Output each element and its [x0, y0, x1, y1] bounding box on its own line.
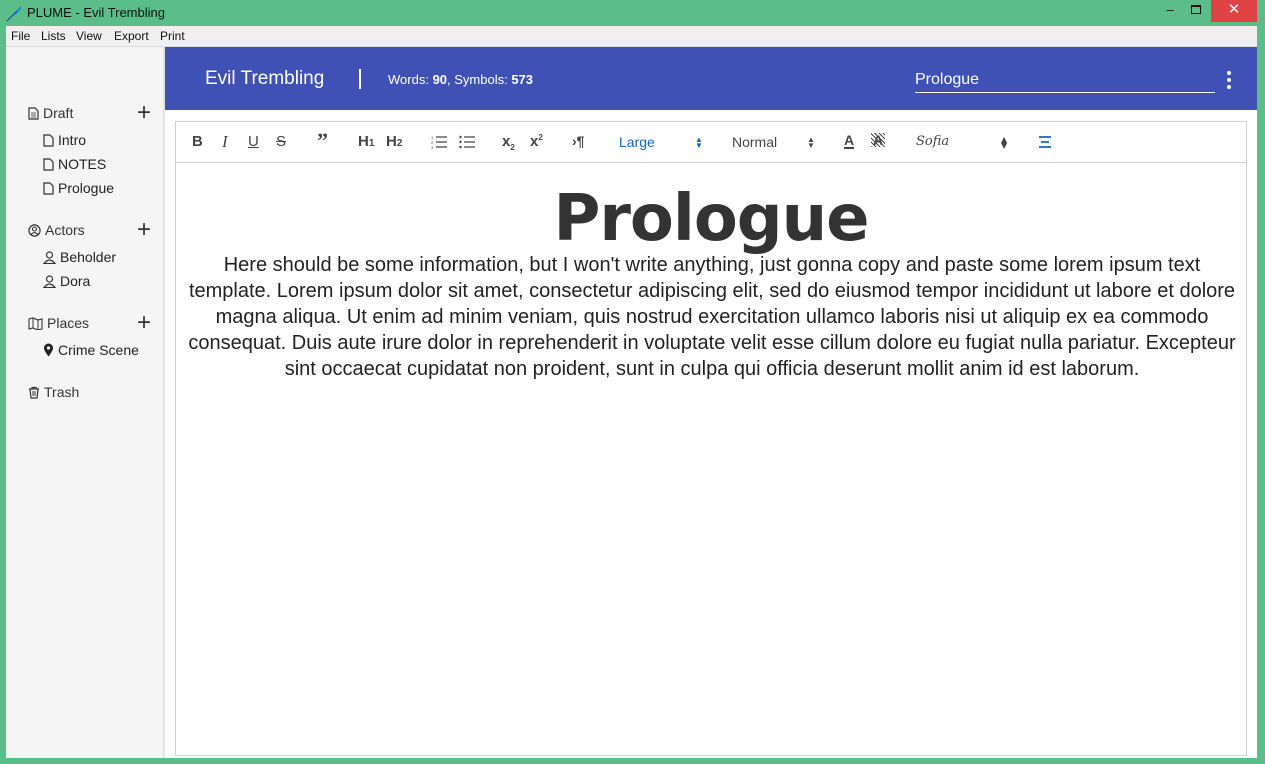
- sidebar-item-notes[interactable]: NOTES: [43, 156, 106, 172]
- user-icon: [43, 251, 56, 264]
- menu-export[interactable]: Export: [114, 29, 149, 43]
- maximize-icon: [1191, 5, 1201, 14]
- window-bottom-border: [0, 758, 1265, 764]
- align-center-icon[interactable]: [1038, 136, 1052, 148]
- symbol-count: 573: [511, 72, 534, 87]
- sidebar-section-actors[interactable]: Actors: [28, 222, 85, 238]
- heading2-button[interactable]: H2: [386, 133, 402, 150]
- window-title: PLUME - Evil Trembling: [27, 5, 165, 20]
- trash-icon: [29, 386, 39, 399]
- italic-button[interactable]: I: [222, 132, 228, 152]
- sidebar-item-beholder[interactable]: Beholder: [43, 249, 116, 265]
- more-vert-icon[interactable]: [1227, 71, 1233, 92]
- sidebar: Draft + Intro NOTES Prologue Actors + Be…: [6, 47, 165, 758]
- project-title: Evil Trembling: [205, 68, 325, 89]
- word-stats: Words: 90, Symbols: 573: [388, 72, 534, 87]
- menu-view[interactable]: View: [76, 29, 102, 43]
- sidebar-item-dora[interactable]: Dora: [43, 273, 90, 289]
- user-icon: [43, 275, 56, 288]
- sidebar-section-places[interactable]: Places: [28, 315, 89, 331]
- superscript-button[interactable]: x2: [530, 133, 543, 150]
- select-arrows-icon: ▲ ▼: [1001, 135, 1008, 150]
- editor-area: B I U S ” H1 H2 123 x2 x2 ›¶ Large ▲ ▼ No…: [165, 110, 1257, 758]
- document-content[interactable]: Prologue Here should be some information…: [176, 164, 1246, 754]
- document-icon: [28, 107, 39, 120]
- sidebar-trash[interactable]: Trash: [28, 384, 79, 400]
- sidebar-section-draft[interactable]: Draft: [28, 105, 73, 121]
- document-icon: [43, 182, 54, 195]
- menu-lists[interactable]: Lists: [41, 29, 66, 43]
- menubar: File Lists View Export Print: [6, 26, 1257, 47]
- size-select[interactable]: Large ▲ ▼: [619, 134, 704, 150]
- menu-print[interactable]: Print: [160, 29, 185, 43]
- format-toolbar: B I U S ” H1 H2 123 x2 x2 ›¶ Large ▲ ▼ No…: [176, 122, 1246, 163]
- select-arrows-icon: ▲ ▼: [695, 135, 703, 150]
- menu-file[interactable]: File: [11, 29, 30, 43]
- background-color-button[interactable]: A: [871, 133, 886, 147]
- bold-button[interactable]: B: [192, 133, 203, 150]
- blockquote-button[interactable]: ”: [317, 128, 328, 154]
- add-draft-button[interactable]: +: [137, 101, 151, 125]
- app-header: Evil Trembling Words: 90, Symbols: 573: [165, 47, 1257, 110]
- svg-text:3: 3: [431, 145, 434, 149]
- map-icon: [28, 317, 43, 330]
- editor: B I U S ” H1 H2 123 x2 x2 ›¶ Large ▲ ▼ No…: [175, 121, 1247, 756]
- sidebar-item-intro[interactable]: Intro: [43, 132, 86, 148]
- text-direction-button[interactable]: ›¶: [572, 133, 584, 149]
- header-divider: [359, 69, 361, 89]
- select-arrows-icon: ▲ ▼: [807, 135, 815, 150]
- subscript-button[interactable]: x2: [502, 133, 515, 152]
- add-actor-button[interactable]: +: [137, 218, 151, 242]
- font-color-button[interactable]: A: [844, 133, 855, 149]
- heading1-button[interactable]: H1: [358, 133, 374, 150]
- sidebar-item-crime-scene[interactable]: Crime Scene: [43, 342, 139, 358]
- document-icon: [43, 134, 54, 147]
- style-select[interactable]: Normal ▲ ▼: [732, 134, 817, 150]
- ordered-list-icon[interactable]: 123: [431, 135, 447, 149]
- minimize-button[interactable]: –: [1158, 0, 1182, 22]
- sidebar-item-prologue[interactable]: Prologue: [43, 180, 114, 196]
- user-circle-icon: [28, 224, 41, 237]
- underline-button[interactable]: U: [248, 133, 259, 150]
- map-pin-icon: [44, 343, 53, 357]
- add-place-button[interactable]: +: [137, 311, 151, 335]
- document-body: Here should be some information, but I w…: [188, 254, 1236, 380]
- window-titlebar: PLUME - Evil Trembling – ✕: [0, 0, 1265, 26]
- bullet-list-icon[interactable]: [459, 135, 475, 149]
- document-heading: Prologue: [553, 182, 869, 256]
- word-count: 90: [432, 72, 448, 87]
- font-select[interactable]: Sofia ▲ ▼: [916, 134, 1011, 150]
- feather-icon: [6, 6, 22, 22]
- strikethrough-button[interactable]: S: [276, 133, 286, 150]
- close-button[interactable]: ✕: [1211, 0, 1257, 22]
- chapter-title-input[interactable]: [915, 67, 1215, 93]
- maximize-button[interactable]: [1184, 0, 1208, 22]
- document-icon: [43, 158, 54, 171]
